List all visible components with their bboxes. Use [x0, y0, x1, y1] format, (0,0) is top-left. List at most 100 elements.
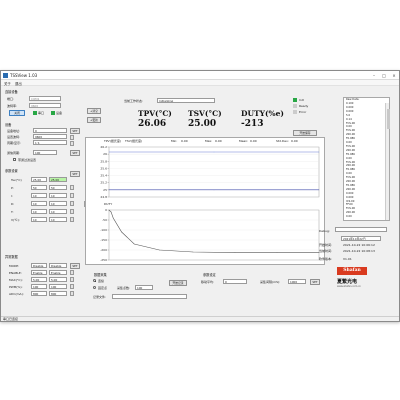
- device-status-led: [51, 111, 55, 115]
- param-small-button[interactable]: [70, 193, 74, 198]
- param-set-input[interactable]: 50: [49, 185, 67, 190]
- version-value: V1.01: [343, 257, 352, 261]
- alarm-set-input[interactable]: 100: [49, 284, 67, 289]
- param-current-value: 25.00: [31, 177, 47, 182]
- raw-data-item[interactable]: 0.00: [346, 215, 352, 218]
- alarm-set-input[interactable]: Disable: [49, 263, 67, 268]
- duty-chart: 0 -50 -100 -150 -200 -250: [100, 208, 320, 262]
- debug-field[interactable]: [335, 227, 387, 232]
- raw-data-item[interactable]: 0.00: [346, 125, 352, 128]
- param-set-input[interactable]: 25.00: [49, 177, 67, 182]
- menu-about[interactable]: 关于: [4, 81, 11, 86]
- raw-data-item[interactable]: 0.000: [346, 106, 353, 109]
- start-record-button[interactable]: 开始记录: [169, 280, 187, 286]
- raw-data-item[interactable]: FCS.00: [346, 145, 355, 148]
- paramset-set-button[interactable]: SET: [310, 279, 320, 285]
- raw-data-item[interactable]: 200.00: [346, 211, 355, 214]
- raw-data-item[interactable]: FCS.00: [346, 129, 355, 132]
- raw-data-item[interactable]: 0.00: [346, 141, 352, 144]
- raw-data-item[interactable]: F0.086: [346, 184, 355, 187]
- raw-data-item[interactable]: 0.14: [346, 118, 352, 121]
- brand-logo: Shafan: [337, 267, 367, 275]
- raw-data-item[interactable]: F0.086: [346, 137, 355, 140]
- raw-data-item[interactable]: 200.00: [346, 164, 355, 167]
- raw-data-item[interactable]: F0.086: [346, 153, 355, 156]
- device-addr-input[interactable]: 0: [33, 128, 67, 133]
- raw-data-scroll-thumb[interactable]: [386, 109, 390, 129]
- raw-data-item[interactable]: FCS.00: [346, 207, 355, 210]
- alarm-small-button[interactable]: [70, 270, 74, 275]
- alarm-current-value: Disable: [31, 263, 47, 268]
- close-button[interactable]: ×: [389, 72, 399, 79]
- raw-data-item[interactable]: 200.00: [346, 180, 355, 183]
- raw-data-item[interactable]: 0.000: [346, 192, 353, 195]
- device-baud-label: 设置波特:: [7, 135, 21, 139]
- raw-data-item[interactable]: 0.000: [346, 110, 353, 113]
- record-file-input[interactable]: [112, 294, 187, 299]
- port-select[interactable]: COM1: [29, 96, 61, 101]
- alarm-small-button[interactable]: [70, 277, 74, 282]
- device-small-button-1[interactable]: [70, 135, 74, 140]
- device-small-button-2[interactable]: [70, 141, 74, 146]
- raw-data-item[interactable]: 200.00: [346, 188, 355, 191]
- param-small-button[interactable]: [70, 209, 74, 214]
- data-point: [159, 249, 160, 251]
- ready-label: Ready: [299, 104, 309, 108]
- raw-data-item[interactable]: 0.000: [346, 196, 353, 199]
- param-set-input[interactable]: 10: [49, 217, 67, 222]
- param-set-input[interactable]: 10: [49, 201, 67, 206]
- collect-count-label: 采集点数:: [117, 286, 131, 290]
- alarm-small-button[interactable]: [70, 284, 74, 289]
- baud-label: 波特率:: [7, 104, 18, 108]
- raw-data-scrollbar[interactable]: [385, 103, 390, 220]
- raw-data-item[interactable]: 5.0: [346, 114, 350, 117]
- alarm-set-input[interactable]: Enable: [49, 270, 67, 275]
- device-set-button[interactable]: SET: [70, 128, 80, 134]
- raw-data-item[interactable]: FCS.00: [346, 176, 355, 179]
- start-save-button[interactable]: 开始保存: [293, 130, 317, 136]
- date-field[interactable]: 2021年10月22日: [341, 236, 381, 241]
- alarm-set-input[interactable]: 800: [49, 291, 67, 296]
- version-label: 软件版本:: [319, 257, 333, 261]
- alarm-current-value: 800: [31, 291, 47, 296]
- raw-data-item[interactable]: 0.00: [346, 172, 352, 175]
- params-set-button[interactable]: SET: [70, 171, 80, 177]
- interval-ms-input[interactable]: 1000: [288, 279, 306, 284]
- param-small-button[interactable]: [70, 201, 74, 206]
- raw-data-item[interactable]: 0.100: [346, 102, 353, 105]
- update-button[interactable]: +更新: [87, 117, 101, 123]
- param-small-button[interactable]: [70, 217, 74, 222]
- moving-average-select[interactable]: 0: [223, 279, 247, 284]
- baud-select[interactable]: 9600: [29, 103, 61, 108]
- clear-button[interactable]: +清空: [87, 108, 101, 114]
- device-section-title: 设备: [5, 123, 12, 127]
- y-tick-label: 25.8: [100, 159, 107, 163]
- collect-fixed-radio[interactable]: [93, 286, 96, 289]
- connect-button[interactable]: 关闭: [9, 110, 25, 116]
- raw-data-item[interactable]: 0.00: [346, 157, 352, 160]
- param-label: Tsv(°C): [11, 178, 22, 182]
- collect-continuous-radio[interactable]: [93, 279, 96, 282]
- sync-checkbox[interactable]: [13, 158, 16, 161]
- alarm-set-input[interactable]: 5.00: [49, 277, 67, 282]
- param-set-input[interactable]: 10: [49, 209, 67, 214]
- period-input[interactable]: 100: [33, 150, 57, 155]
- raw-data-item[interactable]: F0.086: [346, 168, 355, 171]
- y-tick-label: 26.2: [100, 145, 107, 149]
- raw-data-item[interactable]: 200.00: [346, 133, 355, 136]
- param-set-input[interactable]: 10: [49, 193, 67, 198]
- alarm-set-button[interactable]: SET: [70, 263, 80, 269]
- data-point: [192, 251, 194, 253]
- maximize-button[interactable]: □: [379, 72, 389, 79]
- port-status-led: [33, 111, 37, 115]
- param-small-button[interactable]: [70, 185, 74, 190]
- menu-exit[interactable]: 退出: [15, 81, 22, 86]
- collect-count-input[interactable]: 100: [135, 285, 153, 290]
- alarm-small-button[interactable]: [70, 291, 74, 296]
- interval-input[interactable]: 1 S: [33, 140, 67, 145]
- raw-data-item[interactable]: FF.00: [346, 203, 353, 206]
- device-baud-select[interactable]: 9600: [33, 134, 67, 139]
- period-set-button[interactable]: SET: [70, 150, 80, 156]
- raw-data-item[interactable]: 200.00: [346, 149, 355, 152]
- minimize-button[interactable]: –: [369, 72, 379, 79]
